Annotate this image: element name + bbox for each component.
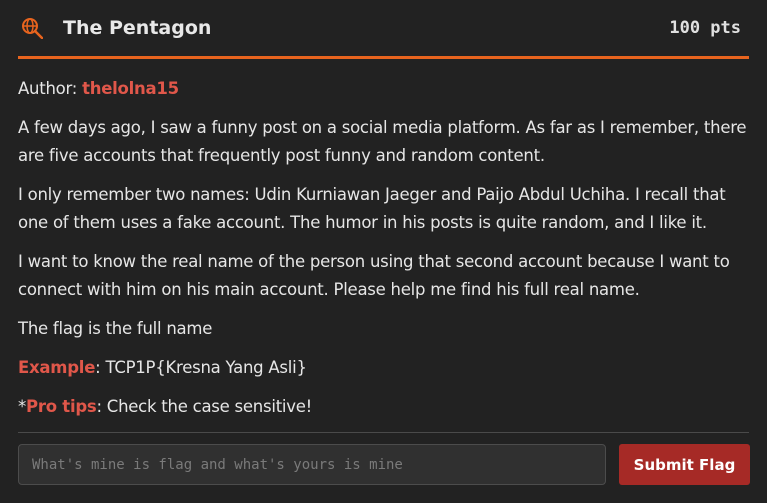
pro-tips-line: *Pro tips: Check the case sensitive!	[18, 393, 749, 421]
author-label: Author:	[18, 79, 78, 98]
challenge-description: Author: thelolna15 A few days ago, I saw…	[18, 59, 749, 421]
description-paragraph-4: The flag is the full name	[18, 319, 213, 338]
description-paragraph-3: I want to know the real name of the pers…	[18, 252, 730, 299]
osint-search-globe-icon	[20, 16, 44, 40]
challenge-header: The Pentagon 100 pts	[18, 0, 749, 59]
flag-input[interactable]	[18, 444, 606, 485]
challenge-card: The Pentagon 100 pts Author: thelolna15 …	[0, 0, 767, 503]
tips-text: : Check the case sensitive!	[96, 397, 313, 416]
tips-prefix: *	[18, 397, 26, 416]
example-text: : TCP1P{Kresna Yang Asli}	[95, 358, 307, 377]
challenge-title: The Pentagon	[63, 17, 212, 39]
description-paragraph-1: A few days ago, I saw a funny post on a …	[18, 118, 747, 165]
challenge-points: 100 pts	[669, 18, 741, 38]
submit-flag-button[interactable]: Submit Flag	[619, 444, 750, 485]
description-paragraph-2: I only remember two names: Udin Kurniawa…	[18, 185, 726, 232]
tips-label: Pro tips	[26, 397, 97, 416]
author-name: thelolna15	[82, 79, 179, 98]
form-divider	[18, 432, 749, 433]
example-line: Example: TCP1P{Kresna Yang Asli}	[18, 354, 749, 382]
example-label: Example	[18, 358, 96, 377]
author-line: Author: thelolna15	[18, 75, 749, 103]
